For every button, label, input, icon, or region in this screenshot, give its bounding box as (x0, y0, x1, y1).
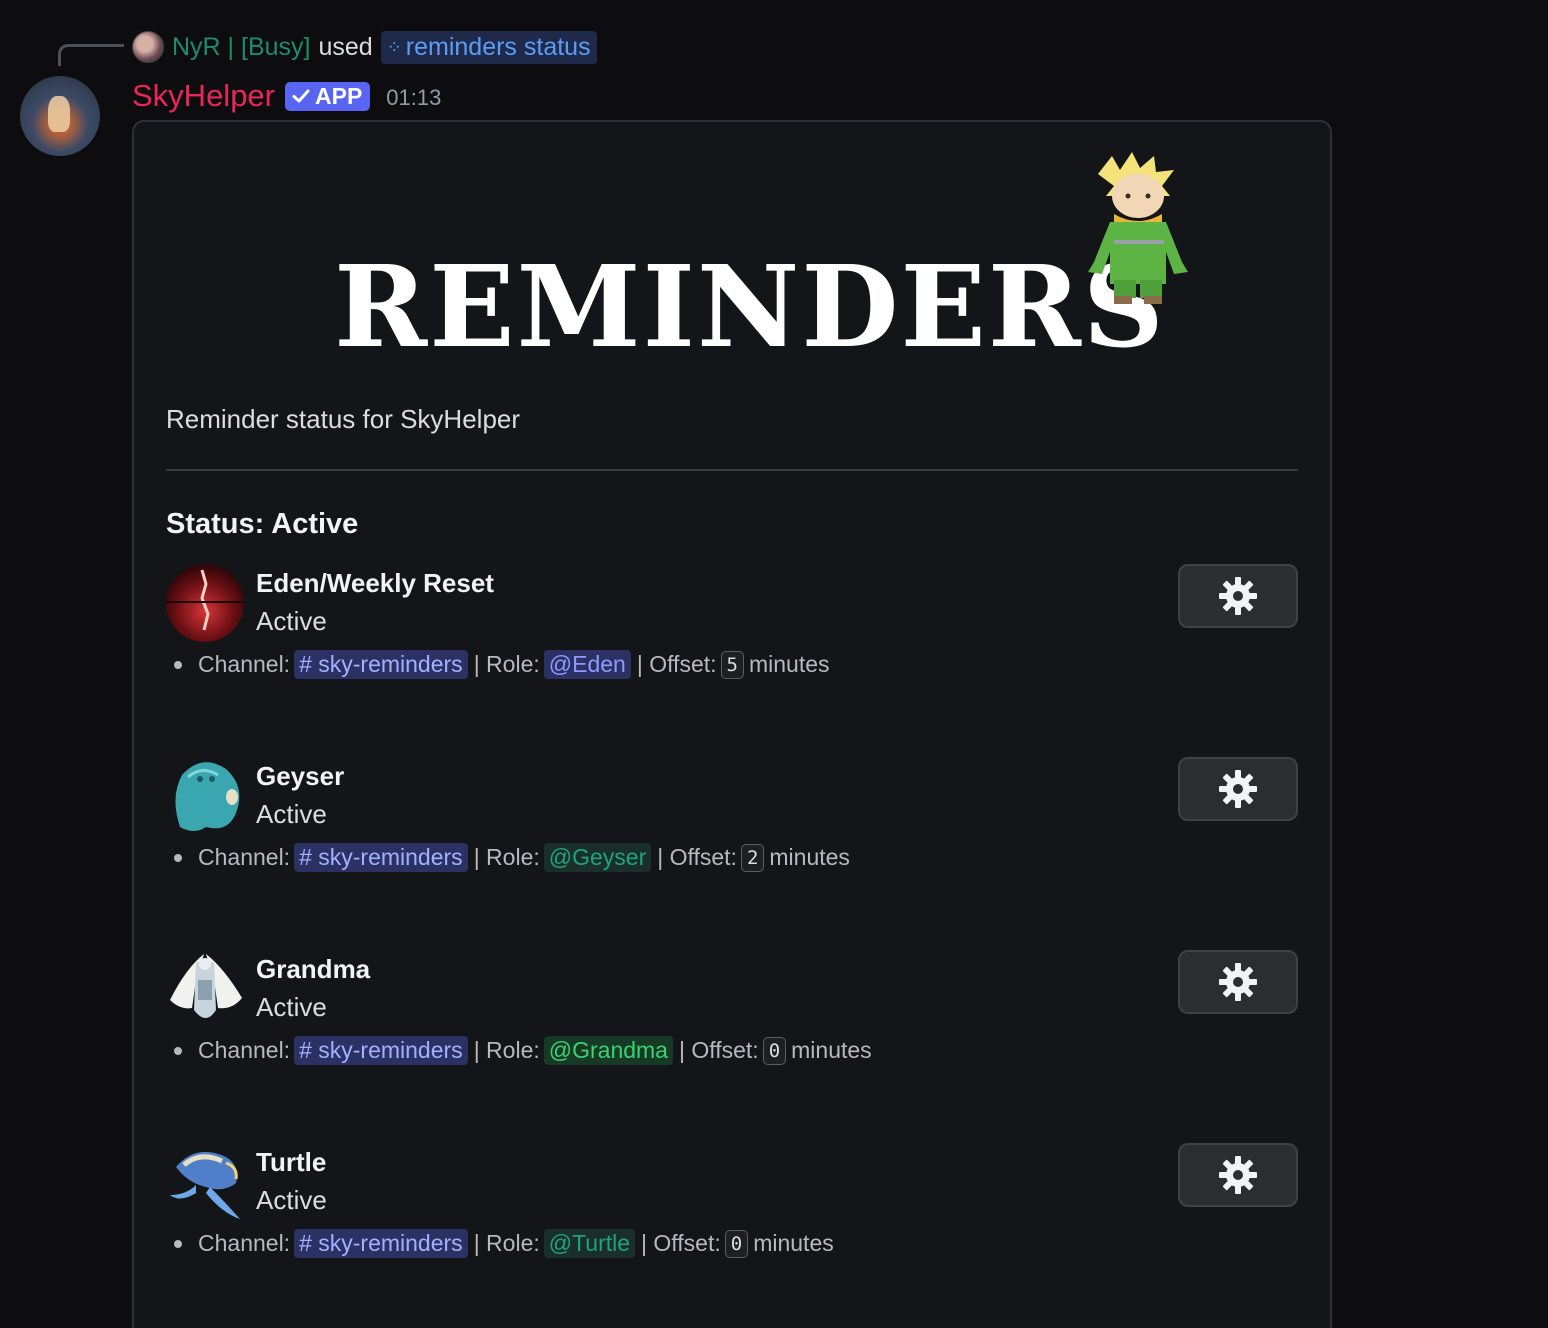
channel-mention[interactable]: # sky-reminders (294, 650, 468, 679)
command-name: reminders status (405, 32, 591, 61)
reminder-state: Active (256, 799, 327, 829)
app-badge: APP (285, 81, 371, 111)
reminder-state: Active (256, 1185, 327, 1215)
gear-icon (1219, 770, 1257, 808)
role-label: | Role: (473, 651, 540, 677)
offset-value: 2 (740, 843, 765, 872)
offset-unit: minutes (769, 844, 850, 870)
reply-verb: used (318, 32, 373, 61)
role-label: | Role: (473, 844, 540, 870)
offset-unit: minutes (748, 651, 830, 677)
offset-unit: minutes (791, 1037, 872, 1063)
offset-value: 0 (724, 1229, 749, 1258)
eden-icon (166, 564, 244, 642)
embed-card: REMINDERS Reminder status for SkyHelper … (132, 120, 1332, 1328)
reminder-item-eden: Eden/Weekly Reset Active Channel: # sky-… (166, 564, 1298, 694)
banner-image[interactable]: REMINDERS (260, 152, 1240, 382)
settings-button[interactable] (1178, 564, 1298, 628)
app-badge-label: APP (315, 82, 363, 109)
reminder-item-turtle: Turtle Active Channel: # sky-reminders |… (166, 1143, 1298, 1273)
role-mention[interactable]: @Geyser (543, 843, 652, 872)
channel-name: sky-reminders (318, 651, 463, 677)
reminder-details: Channel: # sky-reminders | Role: @Eden |… (174, 650, 830, 679)
gear-icon (1219, 963, 1257, 1001)
bullet (174, 660, 182, 669)
reminder-item-geyser: Geyser Active Channel: # sky-reminders |… (166, 757, 1298, 887)
offset-label: | Offset: (641, 1230, 721, 1256)
role-label: | Role: (473, 1037, 540, 1063)
reminder-title: Eden/Weekly Reset (256, 568, 494, 598)
message-timestamp[interactable]: 01:13 (386, 85, 441, 111)
role-label: | Role: (473, 1230, 540, 1256)
gear-icon (1219, 1156, 1257, 1194)
command-icon: ⁘ (386, 36, 402, 57)
offset-value: 5 (720, 650, 744, 679)
reply-context[interactable]: NyR | [Busy] used ⁘ reminders status (132, 28, 597, 66)
role-mention[interactable]: @Eden (543, 650, 631, 679)
offset-unit: minutes (753, 1230, 834, 1256)
message-header: SkyHelper APP 01:13 (132, 76, 441, 116)
offset-label: | Offset: (636, 651, 717, 677)
offset-label: | Offset: (657, 844, 737, 870)
reminder-state: Active (256, 606, 327, 636)
reminder-details: Channel: # sky-reminders | Role: @Turtle… (174, 1229, 834, 1258)
turtle-icon (166, 1143, 244, 1221)
channel-label: Channel: (198, 1037, 291, 1063)
settings-button[interactable] (1178, 757, 1298, 821)
bullet (174, 853, 182, 862)
geyser-icon (166, 757, 244, 835)
bot-avatar[interactable] (20, 76, 100, 156)
reminder-item-grandma: Grandma Active Channel: # sky-reminders … (166, 950, 1298, 1080)
channel-name: sky-reminders (318, 1037, 463, 1063)
channel-label: Channel: (198, 844, 291, 870)
embed-divider (166, 469, 1298, 471)
reminder-title: Grandma (256, 954, 371, 984)
reply-user-avatar[interactable] (132, 31, 164, 63)
reply-connector (58, 44, 124, 66)
channel-mention[interactable]: # sky-reminders (294, 843, 468, 872)
channel-label: Channel: (198, 1230, 291, 1256)
bullet (174, 1239, 182, 1248)
channel-name: sky-reminders (318, 1230, 463, 1256)
status-heading: Status: Active (166, 508, 359, 540)
channel-mention[interactable]: # sky-reminders (294, 1229, 468, 1258)
embed-description: Reminder status for SkyHelper (166, 404, 521, 434)
reminder-state: Active (256, 992, 327, 1022)
settings-button[interactable] (1178, 1143, 1298, 1207)
slash-command-mention[interactable]: ⁘ reminders status (380, 30, 597, 64)
reminder-details: Channel: # sky-reminders | Role: @Grandm… (174, 1036, 872, 1065)
settings-button[interactable] (1178, 950, 1298, 1014)
role-mention[interactable]: @Grandma (543, 1036, 673, 1065)
role-mention[interactable]: @Turtle (543, 1229, 636, 1258)
verified-check-icon (292, 89, 310, 103)
reminder-title: Turtle (256, 1147, 327, 1177)
bullet (174, 1046, 182, 1055)
gear-icon (1219, 577, 1257, 615)
reply-user-name[interactable]: NyR | [Busy] (172, 33, 310, 62)
channel-label: Channel: (198, 651, 291, 677)
channel-mention[interactable]: # sky-reminders (294, 1036, 468, 1065)
reminder-title: Geyser (256, 761, 345, 791)
grandma-icon (166, 950, 244, 1028)
channel-name: sky-reminders (318, 844, 463, 870)
reminder-details: Channel: # sky-reminders | Role: @Geyser… (174, 843, 850, 872)
offset-value: 0 (762, 1036, 787, 1065)
author-name[interactable]: SkyHelper (132, 78, 275, 114)
offset-label: | Offset: (678, 1037, 759, 1063)
little-prince-icon (1088, 152, 1188, 304)
